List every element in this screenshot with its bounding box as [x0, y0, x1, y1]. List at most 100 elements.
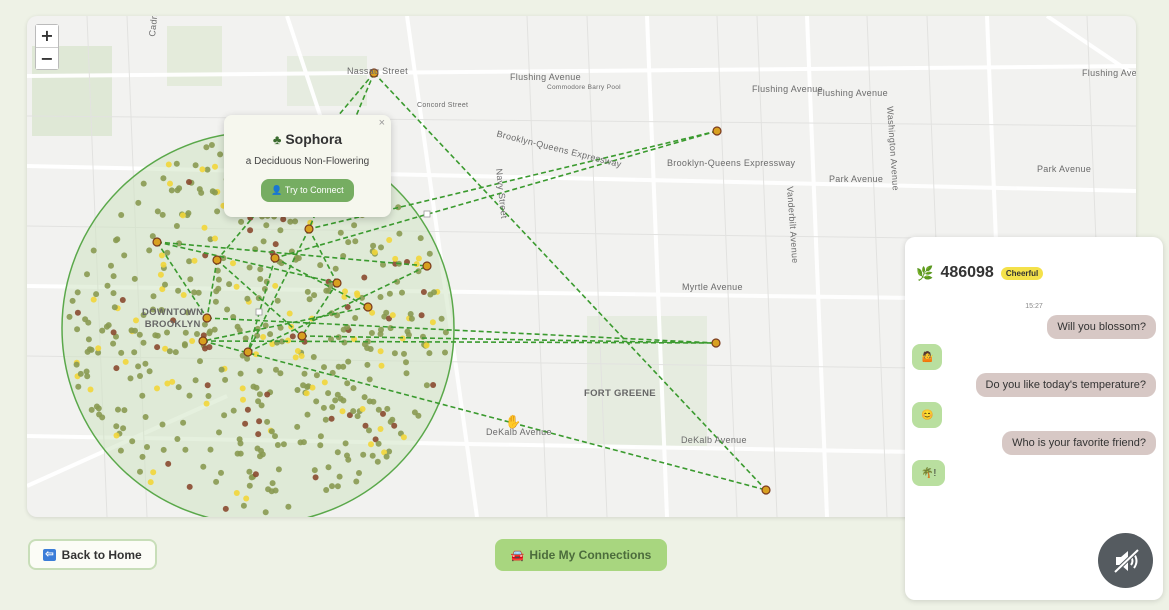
tree-marker[interactable] [378, 326, 384, 333]
tree-marker[interactable] [256, 391, 263, 398]
tree-marker[interactable] [150, 469, 157, 476]
tree-marker[interactable] [204, 166, 211, 173]
tree-marker[interactable] [88, 406, 95, 413]
tree-marker[interactable] [353, 478, 360, 485]
tree-marker[interactable] [260, 334, 267, 340]
tree-marker[interactable] [244, 406, 251, 413]
tree-marker[interactable] [298, 353, 305, 359]
tree-marker[interactable] [233, 283, 240, 290]
tree-marker[interactable] [340, 397, 347, 404]
tree-marker[interactable] [420, 289, 427, 295]
tree-marker[interactable] [369, 452, 376, 459]
tree-marker[interactable] [359, 406, 366, 412]
tree-marker[interactable] [360, 451, 367, 458]
connected-tree-node[interactable] [243, 347, 253, 357]
tree-marker[interactable] [154, 208, 161, 215]
tree-marker[interactable] [181, 341, 188, 348]
tree-marker[interactable] [295, 255, 302, 262]
tree-marker[interactable] [215, 276, 222, 283]
tree-marker[interactable] [139, 392, 146, 399]
tree-marker[interactable] [304, 411, 311, 418]
tree-marker[interactable] [187, 276, 194, 283]
tree-marker[interactable] [304, 384, 311, 390]
tree-marker[interactable] [222, 376, 229, 383]
tree-marker[interactable] [246, 468, 253, 475]
tree-marker[interactable] [438, 315, 445, 322]
tree-marker[interactable] [140, 339, 147, 346]
tree-marker[interactable] [380, 410, 386, 417]
tree-marker[interactable] [230, 407, 237, 414]
tree-marker[interactable] [186, 392, 193, 399]
tree-marker[interactable] [392, 255, 399, 262]
tree-marker[interactable] [113, 365, 120, 372]
tree-marker[interactable] [317, 442, 324, 449]
tree-marker[interactable] [164, 249, 171, 256]
tree-marker[interactable] [140, 180, 147, 187]
tree-marker[interactable] [399, 289, 405, 296]
tree-marker[interactable] [383, 453, 390, 460]
tree-marker[interactable] [366, 427, 372, 434]
tree-marker[interactable] [75, 383, 82, 390]
tree-marker[interactable] [391, 422, 398, 429]
tree-marker[interactable] [165, 161, 172, 168]
tree-marker[interactable] [119, 297, 126, 303]
tree-marker[interactable] [389, 312, 396, 319]
tree-marker[interactable] [197, 358, 203, 365]
tree-marker[interactable] [83, 368, 90, 375]
mute-button[interactable] [1098, 533, 1153, 588]
tree-marker[interactable] [306, 296, 313, 303]
close-icon[interactable]: × [379, 117, 385, 129]
tree-marker[interactable] [85, 336, 92, 343]
tree-marker[interactable] [218, 469, 224, 476]
tree-marker[interactable] [120, 425, 127, 432]
tree-marker[interactable] [257, 453, 263, 460]
tree-marker[interactable] [74, 326, 81, 333]
tree-marker[interactable] [203, 144, 210, 151]
tree-marker[interactable] [264, 391, 271, 398]
connected-tree-node[interactable] [711, 338, 721, 348]
tree-marker[interactable] [73, 361, 80, 368]
tree-marker[interactable] [257, 276, 264, 282]
tree-marker[interactable] [277, 227, 284, 234]
tree-marker[interactable] [334, 483, 341, 490]
tree-marker[interactable] [110, 340, 117, 347]
tree-marker[interactable] [191, 289, 198, 296]
tree-marker[interactable] [420, 333, 426, 340]
tree-marker[interactable] [110, 290, 117, 297]
tree-marker[interactable] [301, 370, 308, 377]
tree-marker[interactable] [354, 290, 360, 297]
tree-marker[interactable] [168, 187, 175, 194]
tree-marker[interactable] [322, 416, 329, 423]
tree-marker[interactable] [332, 397, 339, 404]
tree-marker[interactable] [377, 426, 384, 432]
tree-marker[interactable] [366, 398, 373, 405]
tree-marker[interactable] [364, 361, 371, 368]
tree-marker[interactable] [174, 436, 181, 442]
tree-marker[interactable] [212, 235, 218, 242]
tree-marker[interactable] [374, 458, 381, 465]
tree-marker[interactable] [250, 383, 257, 390]
tree-marker[interactable] [176, 185, 183, 192]
tree-marker[interactable] [165, 460, 172, 467]
tree-marker[interactable] [312, 474, 319, 481]
tree-marker[interactable] [147, 479, 154, 486]
tree-marker[interactable] [272, 487, 279, 494]
tree-marker[interactable] [337, 229, 344, 236]
tree-marker[interactable] [218, 366, 225, 373]
tree-marker[interactable] [384, 405, 391, 412]
tree-marker[interactable] [334, 391, 341, 398]
tree-marker[interactable] [137, 468, 143, 475]
tree-marker[interactable] [267, 331, 274, 338]
tree-marker[interactable] [182, 446, 189, 453]
tree-marker[interactable] [216, 429, 222, 436]
tree-marker[interactable] [370, 242, 377, 249]
zoom-in-button[interactable]: + [36, 25, 58, 47]
tree-marker[interactable] [423, 342, 430, 349]
tree-marker[interactable] [213, 478, 220, 485]
tree-marker[interactable] [280, 441, 287, 448]
tree-marker[interactable] [323, 487, 330, 493]
tree-marker[interactable] [345, 358, 352, 365]
tree-marker[interactable] [274, 297, 281, 304]
tree-marker[interactable] [368, 330, 375, 336]
tree-marker[interactable] [194, 331, 200, 337]
